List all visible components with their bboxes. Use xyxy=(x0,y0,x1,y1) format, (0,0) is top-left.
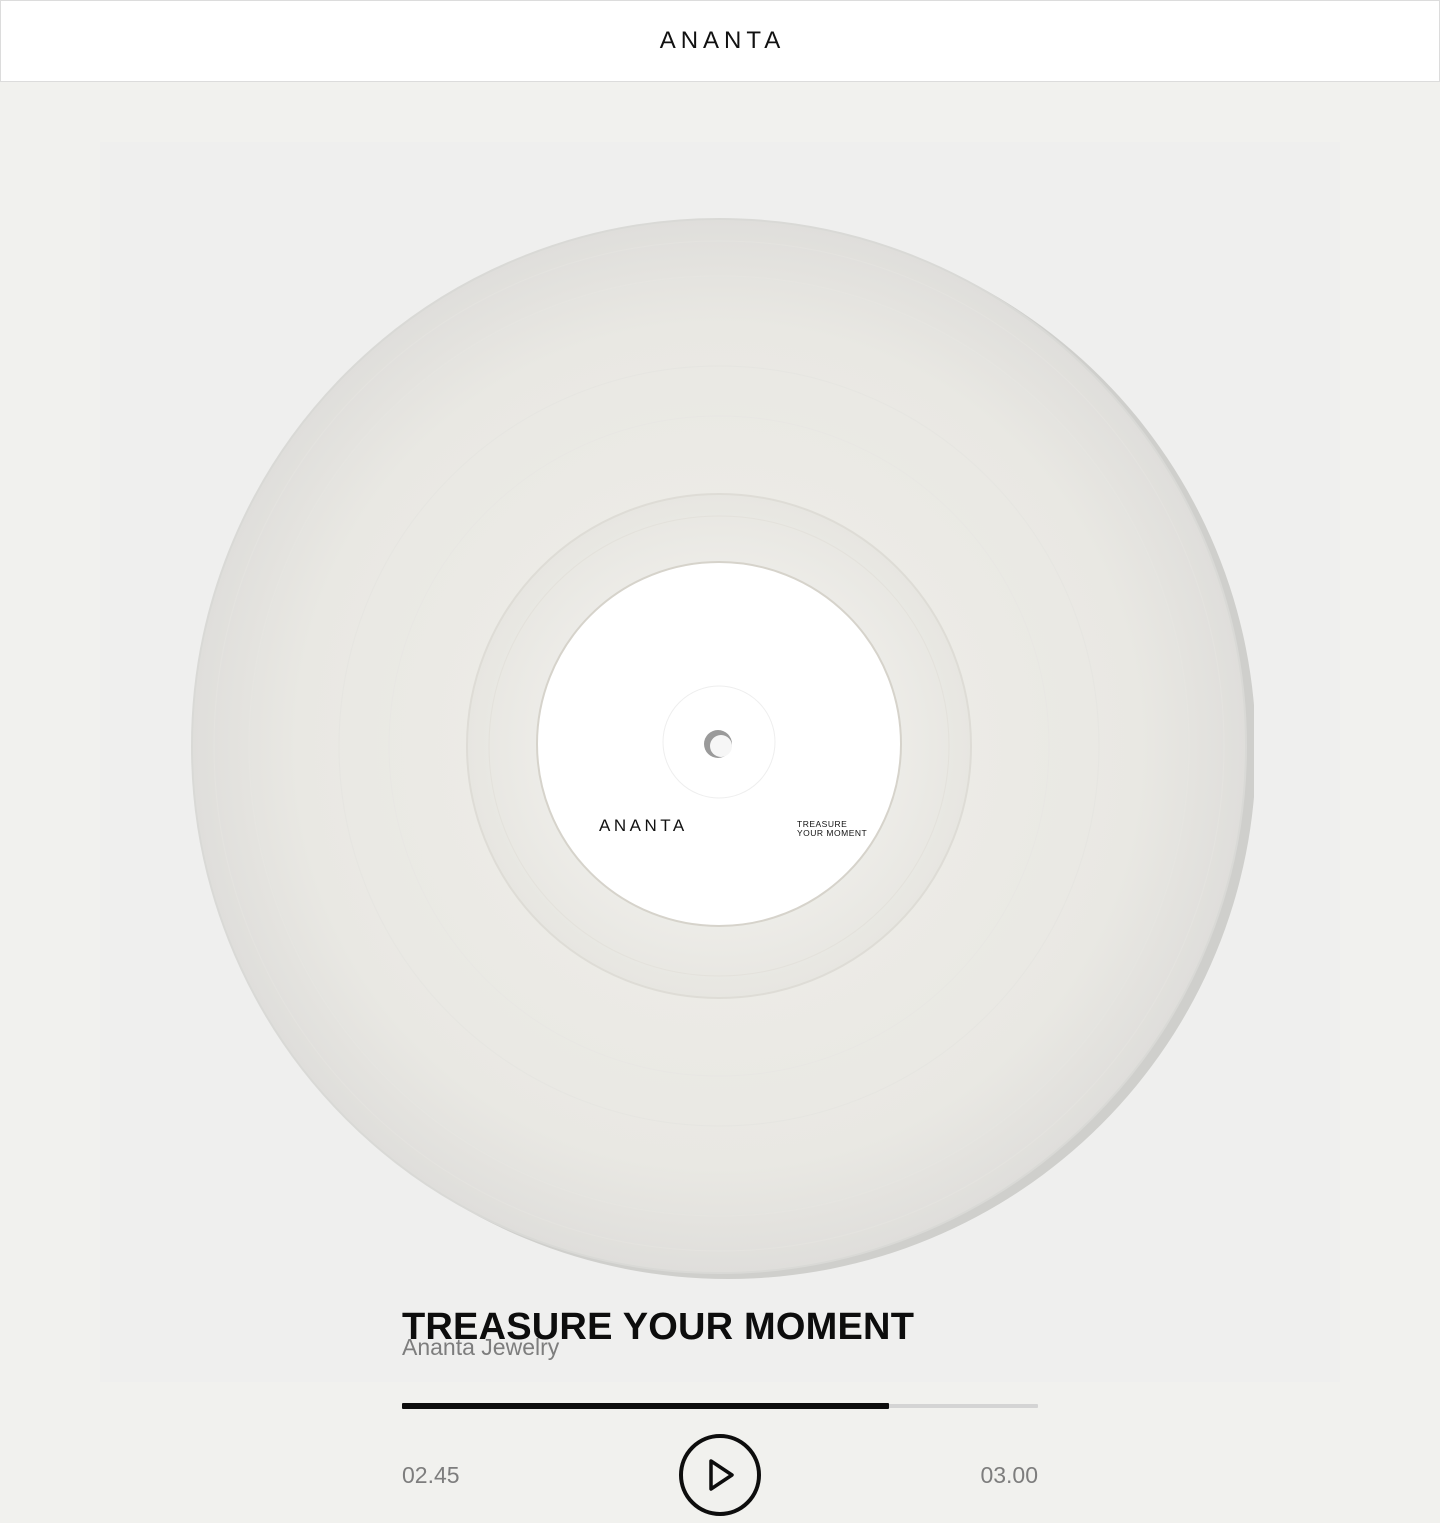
total-time: 03.00 xyxy=(980,1462,1038,1488)
label-brand: ANANTA xyxy=(599,816,688,835)
label-line-2: YOUR MOMENT xyxy=(797,828,867,838)
spindle-hole xyxy=(710,735,732,757)
elapsed-time: 02.45 xyxy=(402,1462,460,1488)
vinyl-record-image: ANANTA TREASURE YOUR MOMENT xyxy=(191,218,1254,1279)
player-stage: ANANTA TREASURE YOUR MOMENT TREASURE YOU… xyxy=(0,82,1440,1523)
progress-fill xyxy=(402,1403,889,1409)
audio-player: TREASURE YOUR MOMENT Ananta Jewelry 02.4… xyxy=(402,1280,1038,1520)
brand-logo[interactable]: ANANTA xyxy=(655,27,786,55)
progress-bar[interactable] xyxy=(402,1403,1038,1409)
play-button[interactable] xyxy=(679,1434,761,1516)
play-icon xyxy=(709,1459,734,1491)
top-bar: ANANTA xyxy=(0,0,1440,82)
track-artist: Ananta Jewelry xyxy=(402,1334,560,1360)
